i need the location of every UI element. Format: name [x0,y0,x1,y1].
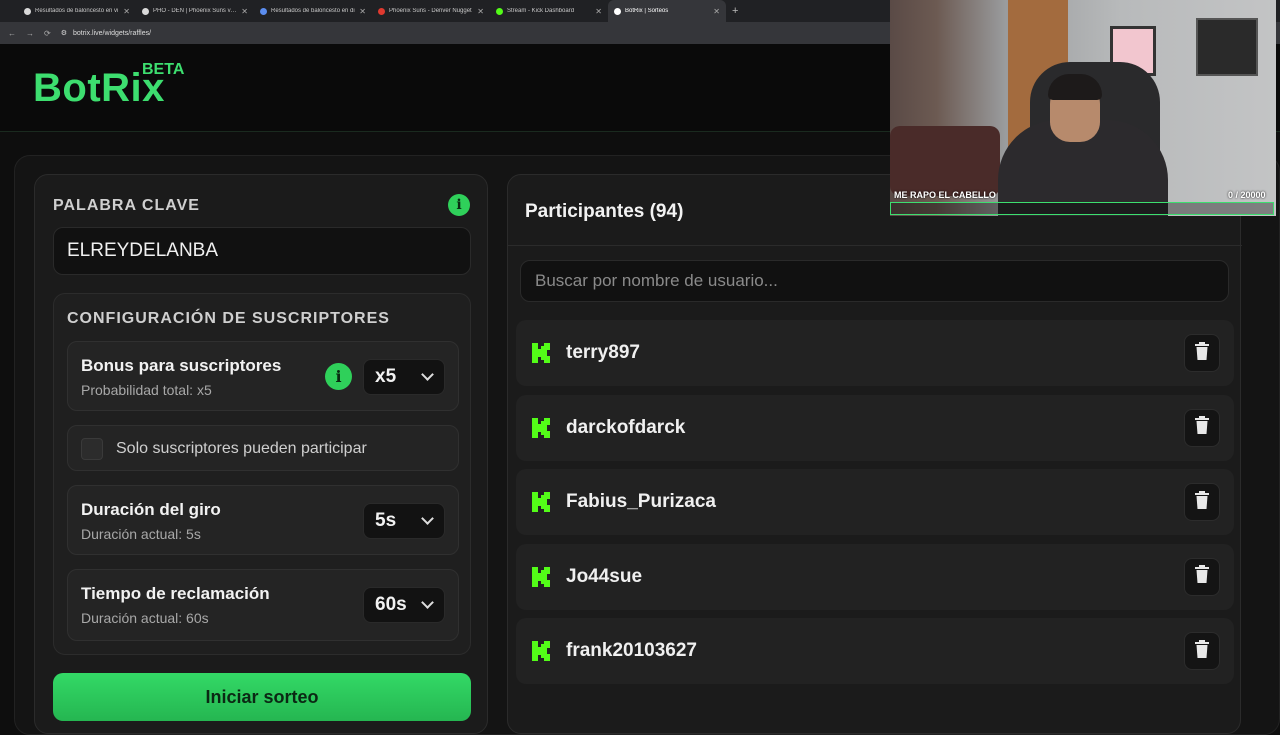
spin-duration-value: 5s [375,510,397,531]
subscriber-bonus-row: Bonus para suscriptores Probabilidad tot… [67,341,459,411]
back-icon[interactable]: ← [8,29,16,38]
kick-icon [530,640,552,662]
only-subs-row[interactable]: Solo suscriptores pueden participar [67,425,459,471]
goal-progress-bar [890,202,1274,215]
tab-favicon-icon [378,7,385,15]
bonus-dropdown[interactable]: x5 [363,359,445,395]
delete-participant-button[interactable] [1184,408,1220,447]
tab-favicon-icon [614,7,621,15]
kick-icon [530,491,552,513]
participant-row: darckofdarck [516,394,1234,461]
claim-time-dropdown[interactable]: 60s [363,587,445,623]
bonus-info-icon[interactable]: i [325,363,352,390]
url-field[interactable]: ⚙ botrix.live/widgets/raffles/ [61,29,152,38]
bonus-subtitle: Probabilidad total: x5 [81,382,212,398]
participant-name: darckofdarck [566,416,686,438]
bonus-title: Bonus para suscriptores [81,356,282,375]
tab-title: BotRix | Sorteos [625,8,669,14]
trash-icon [1194,639,1210,663]
tab-favicon-icon [142,7,149,15]
participant-search-input[interactable]: Buscar por nombre de usuario... [520,260,1229,302]
participants-panel: Participantes (94) Buscar por nombre de … [507,174,1242,734]
chevron-down-icon [421,368,434,381]
delete-participant-button[interactable] [1184,632,1220,670]
url-text: botrix.live/widgets/raffles/ [72,29,152,37]
webcam-overlay [890,0,1276,216]
poster-frame [1196,18,1258,76]
goal-label: ME RAPO EL CABELLO [894,190,996,200]
close-tab-icon[interactable]: ✕ [123,7,130,16]
delete-participant-button[interactable] [1184,483,1220,521]
participant-row: Jo44sue [516,543,1234,610]
close-tab-icon[interactable]: ✕ [477,7,484,16]
close-tab-icon[interactable]: ✕ [595,7,602,16]
participant-name: Fabius_Purizaca [566,491,716,512]
tab-favicon-icon [496,7,503,15]
bonus-value: x5 [375,366,397,387]
streamer-hair [1048,74,1102,100]
new-tab-button[interactable]: + [732,5,738,17]
tab-title: Resultados de baloncesto en vi [35,8,119,14]
close-tab-icon[interactable]: ✕ [241,7,248,16]
tab-title: Phoenix Suns - Denver Nugget [389,8,472,14]
kick-icon [530,417,552,439]
claim-time-row: Tiempo de reclamación Duración actual: 6… [67,569,459,641]
subscriber-settings: CONFIGURACIÓN DE SUSCRIPTORES Bonus para… [53,293,471,655]
beta-badge: BETA [142,61,185,78]
claim-time-value: 60s [375,594,407,615]
trash-icon [1194,416,1210,439]
participant-list: terry897 darckofdarck Fabius_Purizaca Jo44s… [516,320,1234,693]
keyword-title: PALABRA CLAVE [53,197,200,214]
forward-icon[interactable]: → [26,29,34,38]
raffle-settings-panel: PALABRA CLAVE i ELREYDELANBA CONFIGURACI… [34,174,488,734]
delete-participant-button[interactable] [1184,557,1220,596]
delete-participant-button[interactable] [1184,334,1220,372]
spin-duration-subtitle: Duración actual: 5s [81,526,201,542]
browser-tab[interactable]: Stream - Kick Dashboard ✕ [490,0,608,22]
browser-tab[interactable]: Resultados de baloncesto en vi ✕ [18,0,136,22]
participant-row: Fabius_Purizaca [516,469,1234,535]
trash-icon [1194,565,1210,588]
participant-row: terry897 [516,320,1234,386]
site-info-icon[interactable]: ⚙ [61,29,67,37]
spin-duration-dropdown[interactable]: 5s [363,503,445,539]
kick-icon [530,342,552,364]
browser-tab[interactable]: Phoenix Suns - Denver Nugget ✕ [372,0,490,22]
sofa [890,126,1000,196]
tab-title: Resultados de baloncesto en di [271,8,355,14]
browser-tab[interactable]: Resultados de baloncesto en di ✕ [254,0,372,22]
chevron-down-icon [421,596,434,609]
only-subs-label: Solo suscriptores pueden participar [116,440,367,457]
tab-title: PHO - DEN | Phoenix Suns vs D [153,8,238,14]
tab-title: Stream - Kick Dashboard [507,8,575,14]
participant-row: frank20103627 [516,618,1234,684]
divider [508,245,1242,246]
close-tab-icon[interactable]: ✕ [713,7,720,16]
claim-time-subtitle: Duración actual: 60s [81,610,209,626]
only-subs-checkbox[interactable] [81,438,103,460]
close-tab-icon[interactable]: ✕ [359,7,366,16]
subscriber-settings-title: CONFIGURACIÓN DE SUSCRIPTORES [67,310,390,327]
claim-time-title: Tiempo de reclamación [81,584,270,603]
chevron-down-icon [421,512,434,525]
participant-name: frank20103627 [566,640,697,661]
browser-tab-active[interactable]: BotRix | Sorteos ✕ [608,0,726,22]
participant-name: Jo44sue [566,565,643,587]
browser-tab[interactable]: PHO - DEN | Phoenix Suns vs D ✕ [136,0,254,22]
trash-icon [1194,341,1210,365]
info-icon[interactable]: i [448,194,470,216]
spin-duration-title: Duración del giro [81,500,221,519]
tab-favicon-icon [24,7,31,15]
goal-count: 0 / 20000 [1228,190,1266,200]
tab-favicon-icon [260,7,267,15]
keyword-input[interactable]: ELREYDELANBA [53,227,471,275]
reload-icon[interactable]: ⟳ [44,29,51,38]
kick-icon [530,566,552,588]
start-raffle-button[interactable]: Iniciar sorteo [53,673,471,721]
spin-duration-row: Duración del giro Duración actual: 5s 5s [67,485,459,555]
trash-icon [1194,490,1210,514]
participant-name: terry897 [566,342,640,363]
participants-title: Participantes (94) [525,201,684,222]
